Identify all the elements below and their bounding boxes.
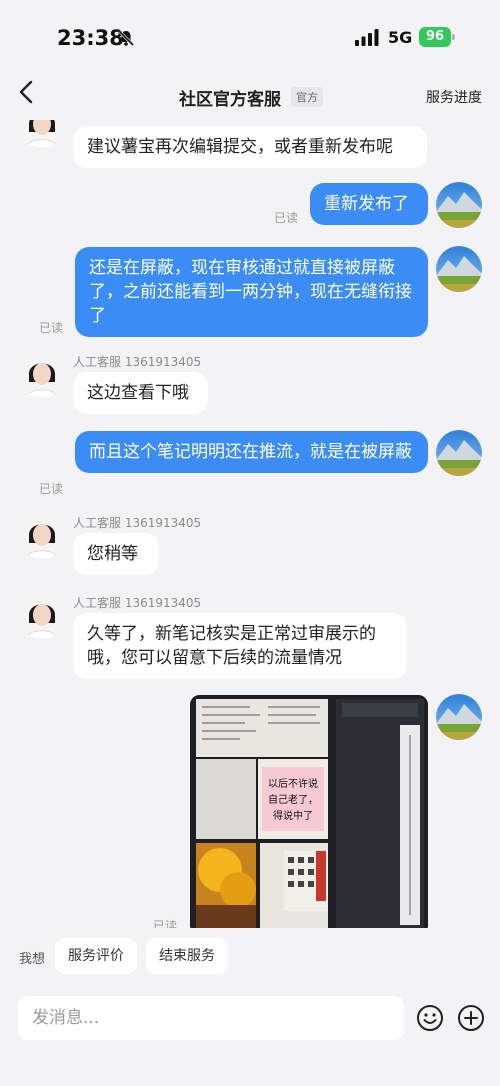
chat-list[interactable]: 建议薯宝再次编辑提交，或者重新发布呢 已读 重新发布了 已读 还是在屏蔽，现在审… [0, 120, 500, 928]
sticky-note-text: 以后不许说 [268, 777, 318, 790]
message-bubble-out[interactable]: 还是在屏蔽，现在审核通过就直接被屏蔽了，之前还能看到一两分钟，现在无缝衔接了 [75, 247, 428, 337]
message-bubble-in[interactable]: 您稍等 [73, 533, 159, 575]
official-badge: 官方 [291, 87, 323, 107]
message-image[interactable]: 以后不许说 自己老了， 得说中了 [190, 695, 428, 928]
read-receipt: 已读 [39, 321, 64, 335]
quick-label: 我想 [19, 952, 46, 967]
page-title: 社区官方客服 [179, 90, 281, 110]
read-receipt: 已读 [39, 482, 64, 496]
signal-icon [355, 29, 379, 46]
battery-indicator: 96 [419, 27, 451, 47]
network-type: 5G [388, 28, 413, 47]
service-progress-link[interactable]: 服务进度 [426, 87, 482, 107]
quick-actions: 我想 服务评价 结束服务 [0, 928, 500, 986]
status-time: 23:38 [57, 26, 124, 50]
message-input[interactable] [18, 996, 404, 1040]
bell-slash-icon [117, 29, 135, 47]
user-avatar[interactable] [436, 430, 482, 476]
message-bubble-in[interactable]: 这边查看下哦 [73, 372, 208, 414]
svg-text:自己老了，: 自己老了， [268, 793, 318, 806]
message-bubble-out[interactable]: 重新发布了 [310, 183, 428, 225]
read-receipt: 已读 [274, 211, 299, 225]
sender-name: 人工客服 1361913405 [73, 596, 202, 610]
read-receipt: 已读 [153, 919, 178, 928]
user-avatar[interactable] [436, 246, 482, 292]
agent-avatar[interactable] [19, 120, 65, 148]
emoji-icon[interactable] [416, 1004, 444, 1032]
agent-avatar[interactable] [19, 593, 65, 639]
status-bar: 23:38 5G 96 [0, 0, 500, 62]
agent-avatar[interactable] [19, 513, 65, 559]
battery-tip [452, 34, 455, 40]
input-bar [0, 986, 500, 1086]
back-chevron-icon[interactable] [14, 79, 40, 105]
message-bubble-out[interactable]: 而且这个笔记明明还在推流，就是在被屏蔽 [75, 431, 428, 473]
agent-avatar[interactable] [19, 352, 65, 398]
message-bubble-in[interactable]: 久等了，新笔记核实是正常过审展示的哦，您可以留意下后续的流量情况 [73, 613, 407, 679]
user-avatar[interactable] [436, 694, 482, 740]
rate-service-button[interactable]: 服务评价 [55, 938, 137, 974]
plus-icon[interactable] [457, 1004, 485, 1032]
end-service-button[interactable]: 结束服务 [146, 938, 228, 974]
sender-name: 人工客服 1361913405 [73, 516, 202, 530]
sender-name: 人工客服 1361913405 [73, 355, 202, 369]
message-bubble-in[interactable]: 建议薯宝再次编辑提交，或者重新发布呢 [73, 126, 427, 168]
svg-text:得说中了: 得说中了 [273, 809, 313, 822]
nav-bar: 社区官方客服 官方 服务进度 [0, 62, 500, 120]
user-avatar[interactable] [436, 182, 482, 228]
